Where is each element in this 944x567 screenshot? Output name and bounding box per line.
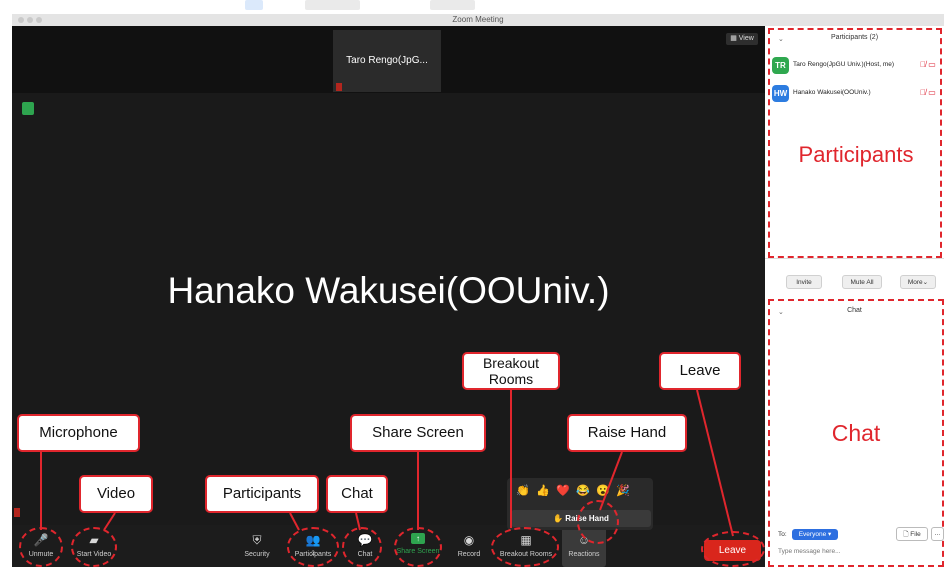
record-label: Record [457, 551, 481, 558]
mute-all-button[interactable]: Mute All [842, 275, 882, 289]
chat-more-button[interactable]: ... [931, 527, 944, 541]
microphone-callout: Microphone [17, 414, 140, 452]
party-emoji-icon[interactable]: 🎉 [613, 484, 633, 497]
microphone-highlight-circle [19, 527, 63, 567]
share-screen-highlight-circle [394, 527, 442, 567]
thumbs-up-emoji-icon[interactable]: 👍 [533, 484, 553, 497]
breakout-rooms-callout: Breakout Rooms [462, 352, 560, 390]
video-callout: Video [79, 475, 153, 513]
view-button[interactable]: ▦ View [726, 33, 758, 45]
leave-highlight-circle [701, 531, 765, 567]
thumbnail-muted-icon [336, 83, 342, 91]
breakout-rooms-highlight-circle [491, 527, 559, 567]
video-highlight-circle [71, 527, 117, 567]
raise-hand-highlight-circle [577, 500, 619, 544]
chat-panel-annotation: Chat [831, 420, 881, 446]
invite-button[interactable]: Invite [786, 275, 822, 289]
chat-panel-title: Chat [847, 307, 862, 314]
encryption-shield-icon[interactable] [22, 102, 34, 115]
share-screen-callout: Share Screen [350, 414, 486, 452]
file-label: File [910, 531, 921, 538]
security-button[interactable]: ⛨ Security [238, 527, 276, 567]
more-button[interactable]: More⌄ [900, 275, 936, 289]
shield-icon: ⛨ [252, 533, 262, 547]
chat-message-input[interactable] [778, 545, 938, 557]
participants-panel-annotation: Participants [798, 142, 914, 167]
participants-highlight-circle [287, 527, 339, 567]
window-title: Zoom Meeting [452, 15, 504, 24]
record-button[interactable]: ◉ Record [452, 527, 486, 567]
emoji-row: 👏 👍 ❤️ 😂 😮 🎉 [513, 484, 649, 500]
breakout-rooms-callout-line1: Breakout [482, 355, 540, 371]
chat-to-label: To: [778, 531, 787, 538]
view-button-label: View [738, 35, 754, 42]
active-speaker-name: Hanako Wakusei(OOUniv.) [167, 270, 610, 311]
chat-highlight-circle [342, 527, 382, 567]
more-label: More [907, 279, 923, 286]
thumbnail-name: Taro Rengo(JpG... [346, 55, 428, 66]
security-label: Security [244, 551, 270, 558]
file-icon: 🗋 [903, 531, 909, 538]
file-button[interactable]: 🗋 File [896, 527, 928, 541]
chevron-down-icon: ⌄ [922, 279, 929, 286]
chevron-down-icon: ▾ [828, 531, 832, 538]
heart-emoji-icon[interactable]: ❤️ [553, 484, 573, 497]
clap-emoji-icon[interactable]: 👏 [513, 484, 533, 497]
chat-recipient-value: Everyone [798, 531, 827, 538]
speaker-muted-icon [14, 508, 20, 517]
participants-callout: Participants [205, 475, 319, 513]
laugh-emoji-icon[interactable]: 😂 [573, 484, 593, 497]
record-icon: ◉ [463, 533, 475, 547]
participant-thumbnail[interactable]: Taro Rengo(JpG... [333, 30, 441, 92]
meeting-toolbar [12, 525, 765, 567]
leave-callout: Leave [659, 352, 741, 390]
divider [765, 258, 944, 259]
surprised-emoji-icon[interactable]: 😮 [593, 484, 613, 497]
chat-recipient-select[interactable]: Everyone ▾ [792, 529, 838, 540]
raise-hand-callout: Raise Hand [567, 414, 687, 452]
top-decoration-strip [0, 0, 944, 14]
breakout-rooms-callout-line2: Rooms [488, 371, 534, 387]
reactions-label: Reactions [568, 551, 600, 558]
chat-callout: Chat [326, 475, 388, 513]
